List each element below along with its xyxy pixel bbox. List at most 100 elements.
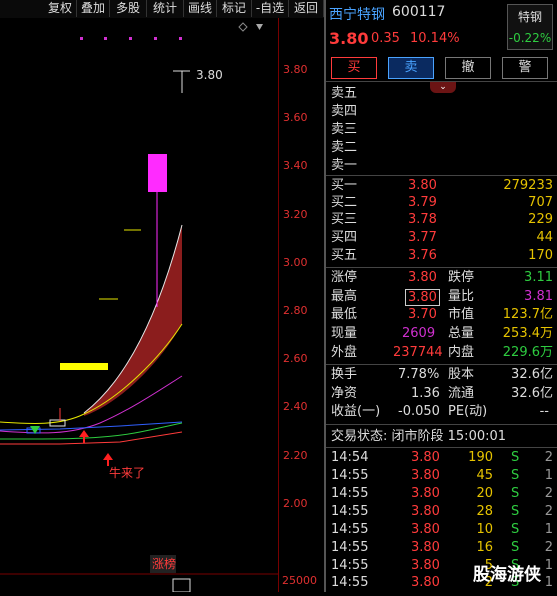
eps-value: -0.050: [398, 404, 440, 419]
bid-label: 买一: [331, 178, 358, 193]
tick-time: 14:55: [331, 468, 369, 483]
tick-volume: 28: [476, 504, 493, 519]
bid-row[interactable]: 买四 3.77 44: [331, 229, 553, 247]
price-axis: 3.80 3.60 3.40 3.20 3.00 2.80 2.60 2.40 …: [278, 18, 325, 592]
candle-yellow-bar: [60, 363, 108, 370]
ytick: 2.20: [283, 449, 308, 462]
ask-row-5: 卖五: [331, 86, 358, 101]
divider: [326, 424, 557, 425]
market-cap-value: 123.7亿: [502, 307, 553, 322]
tick-volume: 20: [476, 486, 493, 501]
cancel-button[interactable]: 撤: [445, 57, 491, 79]
toolbar-overlay-button[interactable]: 叠加: [77, 0, 110, 17]
volume-ratio-label: 量比: [448, 289, 475, 304]
tick-price: 3.80: [411, 486, 440, 501]
up-arrow-red-2: [103, 453, 113, 466]
tick-count: 2: [544, 450, 553, 465]
low-label: 最低: [331, 307, 358, 322]
tick-volume: 45: [476, 468, 493, 483]
stats-row: 外盘 237744 内盘 229.6万: [331, 344, 553, 362]
divider: [326, 267, 557, 268]
tick-price: 3.80: [411, 504, 440, 519]
tick-time: 14:55: [331, 522, 369, 537]
bid-row[interactable]: 买五 3.76 170: [331, 247, 553, 265]
turnover-label: 换手: [331, 367, 358, 382]
ytick: 3.80: [283, 63, 308, 76]
ytick: 3.40: [283, 159, 308, 172]
bid-price: 3.79: [408, 195, 437, 210]
toolbar-stats-button[interactable]: 统计: [147, 0, 184, 17]
bid-row[interactable]: 买二 3.79 707: [331, 194, 553, 212]
bid-volume: 229: [528, 212, 553, 227]
volume-tick: 25000: [282, 574, 317, 587]
stats-row: 最高 3.80 量比 3.81: [331, 288, 553, 306]
sector-name: 特钢: [517, 10, 542, 24]
sector-tag[interactable]: 特钢 -0.22%: [507, 4, 553, 50]
tick-side: S: [511, 486, 520, 501]
net-asset-label: 净资: [331, 386, 358, 401]
alert-button[interactable]: 警: [502, 57, 548, 79]
tick-count: 1: [544, 558, 553, 573]
tick-row: 14:55 3.80 45 S 1: [331, 467, 553, 485]
bid-row[interactable]: 买一 3.80 279233: [331, 177, 553, 195]
divider: [326, 364, 557, 365]
bid-volume: 44: [536, 230, 553, 245]
bid-price: 3.77: [408, 230, 437, 245]
ask-row-2: 卖二: [331, 140, 358, 155]
tick-count: 2: [544, 504, 553, 519]
tick-count: 1: [544, 575, 553, 590]
stats-row: 涨停 3.80 跌停 3.11: [331, 269, 553, 287]
bid-label: 买三: [331, 212, 358, 227]
quote-panel: 西宁特钢 600117 3.80 0.35 10.14% 特钢 -0.22% 买…: [326, 0, 557, 592]
toolbar-multistock-button[interactable]: 多股: [110, 0, 147, 17]
limit-down-label: 跌停: [448, 270, 475, 285]
divider: [326, 447, 557, 448]
zhangbang-label[interactable]: 涨榜: [152, 556, 176, 571]
tick-volume: 10: [476, 522, 493, 537]
diamond-icon[interactable]: [238, 22, 248, 32]
eps-label: 收益(一): [331, 404, 381, 419]
tick-time: 14:55: [331, 504, 369, 519]
up-arrow-red-1: [79, 430, 89, 443]
stock-code: 600117: [392, 4, 446, 20]
toolbar-back-button[interactable]: 返回: [289, 0, 324, 17]
volume-bar: [172, 578, 191, 593]
outer-volume-label: 外盘: [331, 345, 358, 360]
ytick: 2.80: [283, 304, 308, 317]
ask-row-1: 卖一: [331, 158, 358, 173]
toolbar-fuquan-button[interactable]: 复权: [44, 0, 77, 17]
bid-row[interactable]: 买三 3.78 229: [331, 211, 553, 229]
trend-band: [84, 225, 182, 416]
trade-status: 交易状态: 闭市阶段 15:00:01: [331, 429, 507, 444]
fund-row: 换手 7.78% 股本 32.6亿: [331, 366, 553, 384]
chart-toolbar: 复权 叠加 多股 统计 画线 标记 -自选 返回: [0, 0, 324, 18]
limit-down-value: 3.11: [524, 270, 553, 285]
bid-volume: 707: [528, 195, 553, 210]
sell-button[interactable]: 卖: [388, 57, 434, 79]
tick-count: 2: [544, 540, 553, 555]
tick-price: 3.80: [411, 575, 440, 590]
toolbar-watchlist-button[interactable]: -自选: [252, 0, 289, 17]
turnover-value: 7.78%: [398, 367, 440, 382]
tick-row: 14:54 3.80 190 S 2: [331, 449, 553, 467]
tick-time: 14:55: [331, 540, 369, 555]
fund-row: 净资 1.36 流通 32.6亿: [331, 385, 553, 403]
high-label: 最高: [331, 289, 358, 304]
fund-row: 收益(一) -0.050 PE(动) --: [331, 403, 553, 421]
tick-price: 3.80: [411, 468, 440, 483]
kline-chart[interactable]: 3.80 牛来了 涨榜: [0, 18, 278, 593]
stats-row: 现量 2609 总量 253.4万: [331, 325, 553, 343]
tick-row: 14:55 3.80 10 S 1: [331, 521, 553, 539]
tick-count: 1: [544, 522, 553, 537]
toolbar-draw-button[interactable]: 画线: [184, 0, 217, 17]
market-cap-label: 市值: [448, 307, 475, 322]
ask-row-4: 卖四: [331, 104, 358, 119]
dropdown-triangle-icon[interactable]: [256, 24, 263, 30]
divider: [326, 175, 557, 176]
sector-change: -0.22%: [508, 31, 552, 45]
kline-svg: 3.80 牛来了 涨榜: [0, 22, 278, 593]
stock-name[interactable]: 西宁特钢: [329, 4, 385, 24]
buy-button[interactable]: 买: [331, 57, 377, 79]
limit-up-label: 涨停: [331, 270, 358, 285]
toolbar-mark-button[interactable]: 标记: [217, 0, 252, 17]
